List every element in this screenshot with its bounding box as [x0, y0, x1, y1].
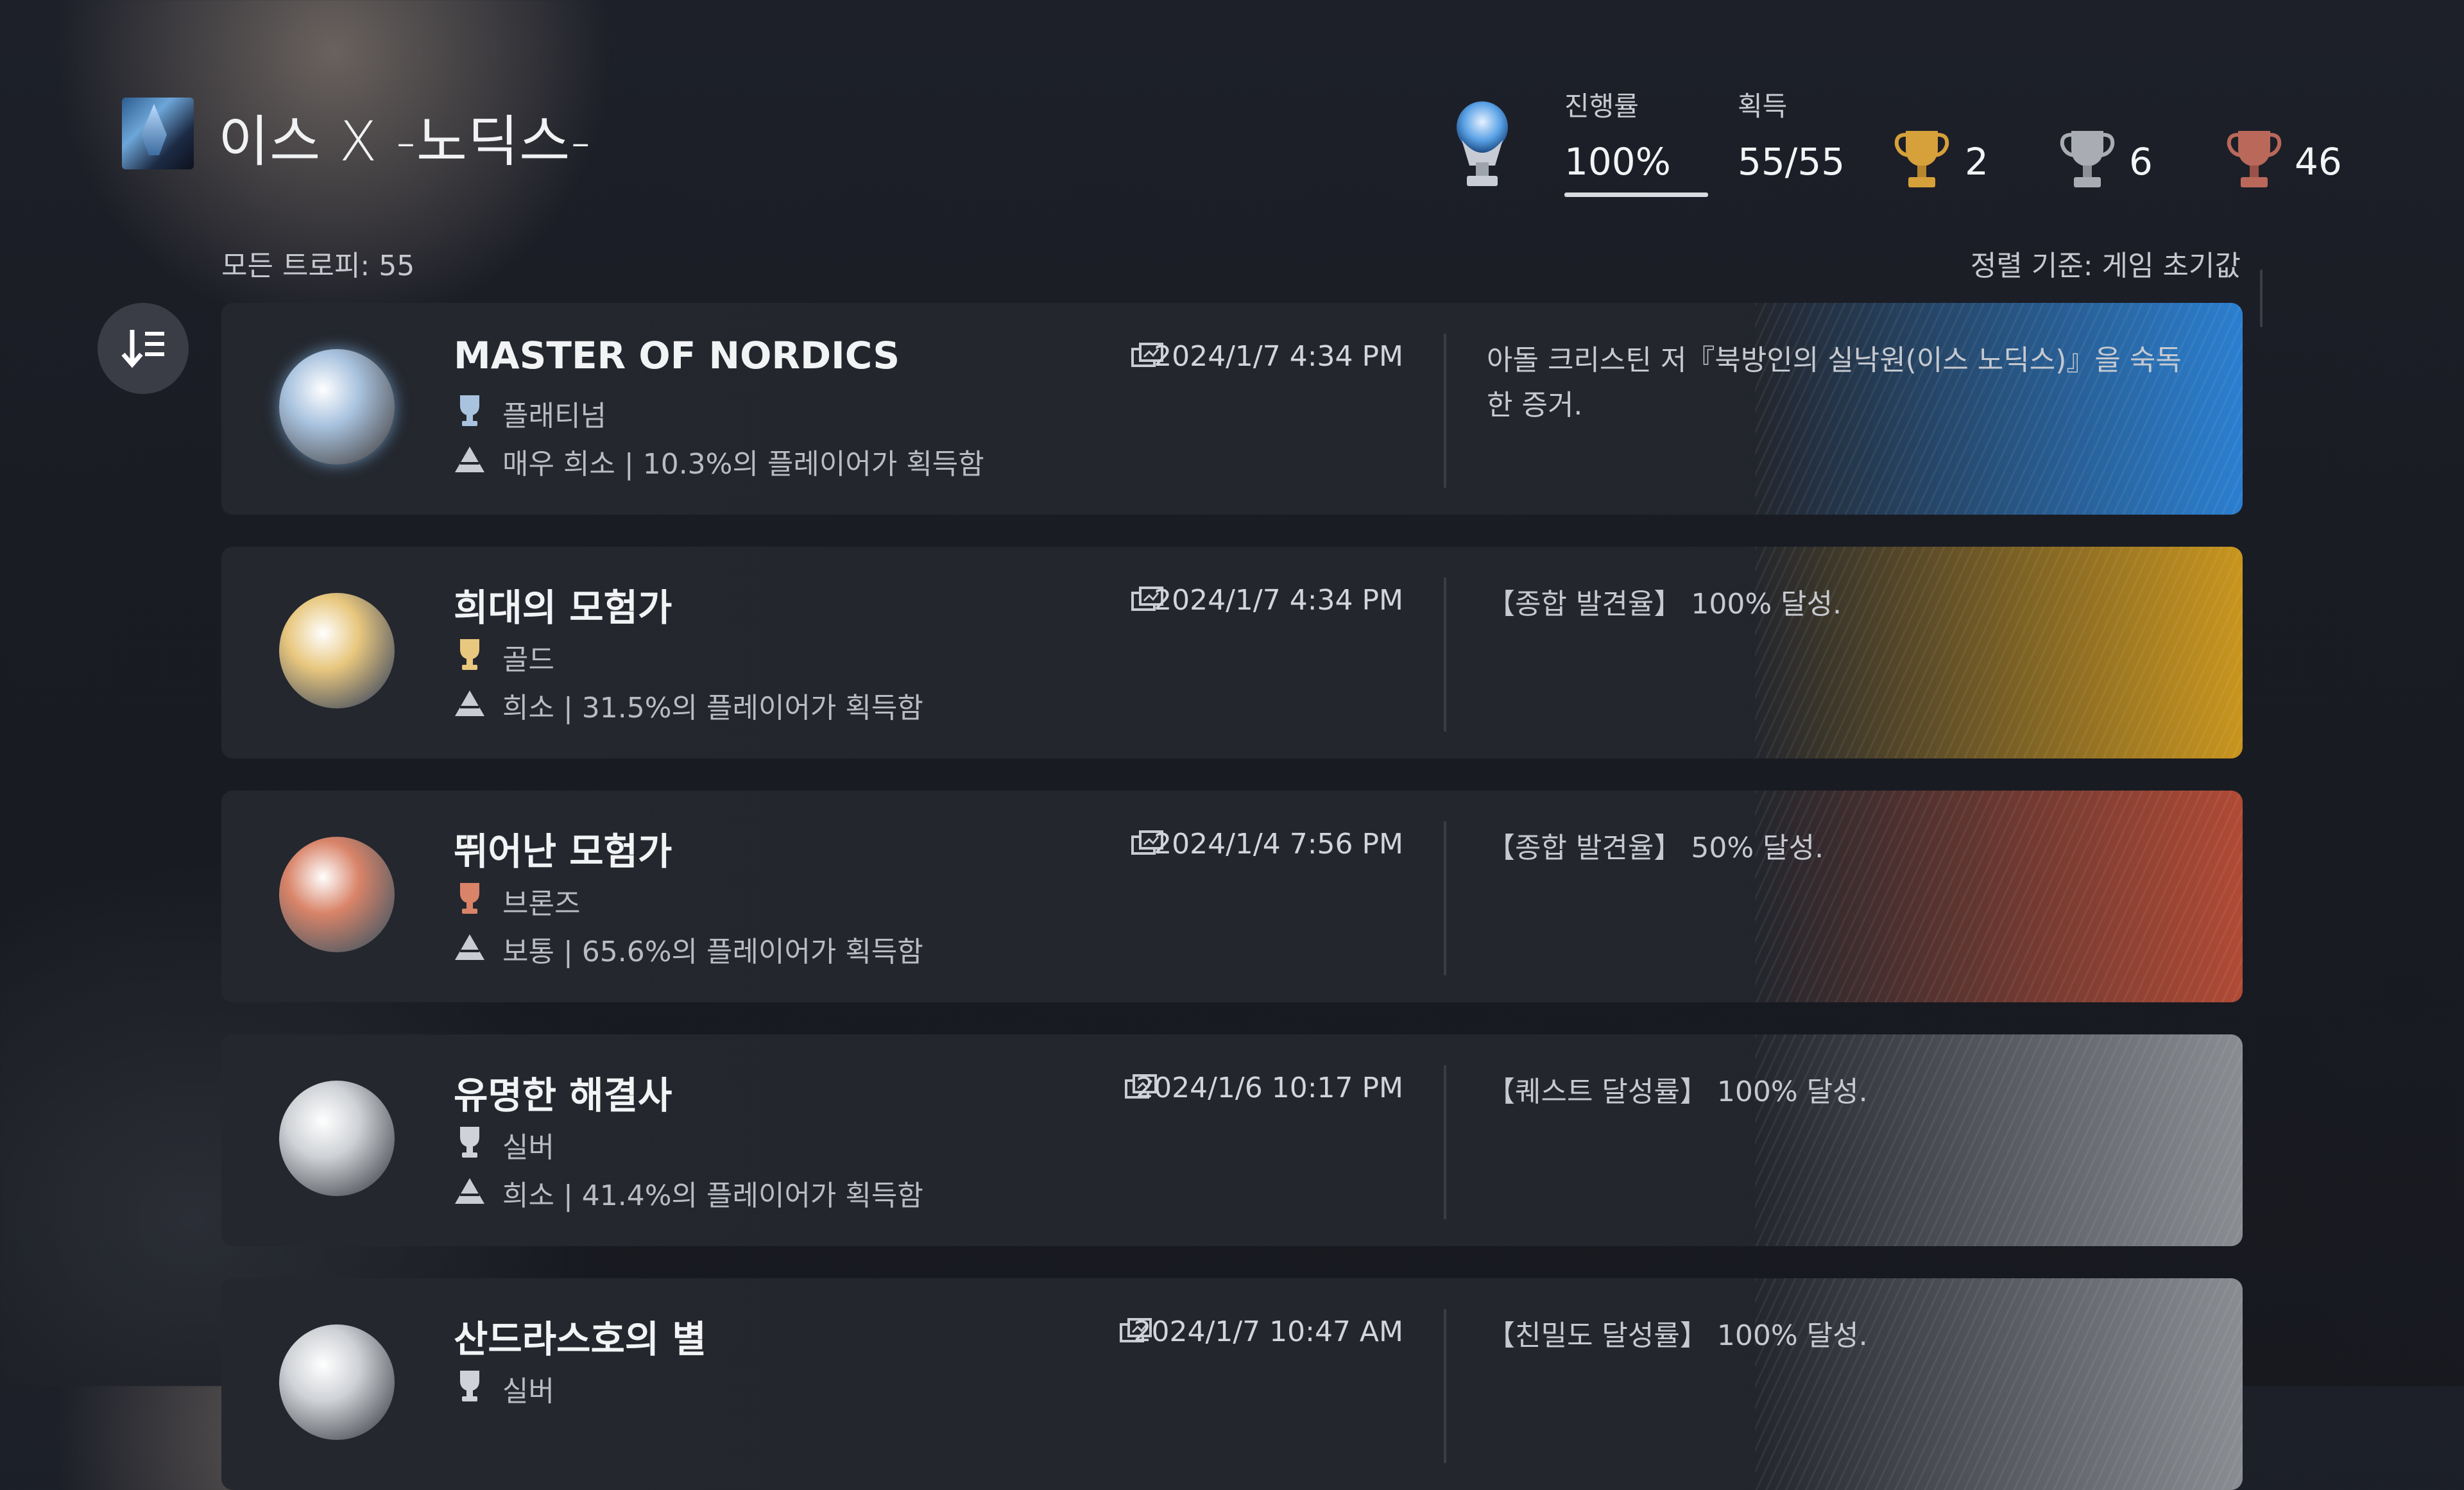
trophy-name: 유명한 해결사 [454, 1074, 672, 1117]
trophy-type: 브론즈 [502, 887, 581, 920]
trophy-earned-date: 2024/1/7 10:47 AM [1133, 1315, 1403, 1348]
scrollbar[interactable] [2260, 270, 2263, 327]
game-icon [122, 98, 194, 169]
trophy-description: 【종합 발견율】 50% 달성. [1487, 832, 1824, 864]
bronze-count: 46 [2295, 140, 2342, 184]
trophy-earned-date: 2024/1/6 10:17 PM [1136, 1072, 1403, 1104]
trophy-description: 【친밀도 달성률】 100% 달성. [1487, 1319, 1868, 1352]
bronze-trophy-icon [460, 883, 479, 914]
bronze-trophy-icon [2227, 131, 2282, 187]
sort-label[interactable]: 정렬 기준: 게임 초기값 [1971, 243, 2241, 284]
rarity-icon [455, 934, 484, 960]
rarity-icon [455, 690, 484, 716]
trophy-medal-image [279, 837, 395, 952]
trophy-card[interactable]: 산드라스호의 별 실버 2024/1/7 10:47 AM 【친밀도 달성률】 … [221, 1278, 2243, 1490]
silver-trophy-icon [460, 1127, 479, 1158]
card-divider [1444, 1065, 1446, 1219]
trophy-description: 【종합 발견율】 100% 달성. [1487, 588, 1842, 621]
gold-count: 2 [1965, 140, 1989, 184]
card-accent-wash [1755, 1278, 2243, 1490]
trophy-type: 골드 [502, 644, 554, 676]
trophy-card[interactable]: 뛰어난 모험가 브론즈 보통 | 65.6%의 플레이어가 획득함 2024/1… [221, 791, 2243, 1002]
trophy-earned-date: 2024/1/7 4:34 PM [1154, 584, 1403, 617]
card-divider [1444, 821, 1446, 975]
trophy-name: 산드라스호의 별 [454, 1317, 706, 1361]
trophy-medal-image [279, 593, 395, 708]
sort-button[interactable] [98, 303, 189, 394]
trophy-name: 뛰어난 모험가 [454, 830, 672, 873]
trophy-rarity: 희소 | 41.4%의 플레이어가 획득함 [502, 1179, 923, 1212]
trophy-description: 아돌 크리스틴 저『북방인의 실낙원(이스 노딕스)』을 숙독한 증거. [1487, 344, 2182, 422]
trophy-type: 실버 [502, 1375, 554, 1408]
trophy-medal-image [279, 1081, 395, 1196]
rarity-icon [455, 447, 484, 472]
earned-label: 획득 [1738, 90, 1788, 122]
gold-trophy-icon [1894, 131, 1949, 187]
trophy-medal-image [279, 1324, 395, 1440]
card-divider [1444, 578, 1446, 732]
trophy-name: MASTER OF NORDICS [454, 334, 900, 377]
trophy-rarity: 희소 | 31.5%의 플레이어가 획득함 [502, 692, 923, 724]
silver-count: 6 [2129, 140, 2153, 184]
silver-trophy-icon [460, 1371, 479, 1401]
trophy-card[interactable]: MASTER OF NORDICS 플래티넘 매우 희소 | 10.3%의 플레… [221, 303, 2243, 515]
trophy-type: 실버 [502, 1131, 554, 1164]
trophy-card[interactable]: 희대의 모험가 골드 희소 | 31.5%의 플레이어가 획득함 2024/1/… [221, 547, 2243, 758]
card-divider [1444, 1309, 1446, 1463]
gold-trophy-icon [460, 639, 479, 670]
platinum-trophy-icon [460, 395, 479, 426]
trophy-earned-date: 2024/1/7 4:34 PM [1154, 340, 1403, 373]
trophy-rarity: 매우 희소 | 10.3%의 플레이어가 획득함 [502, 448, 984, 481]
card-accent-wash [1755, 547, 2243, 758]
rarity-icon [455, 1178, 484, 1204]
page-title: 이스 X -노딕스- [218, 110, 592, 174]
trophy-earned-date: 2024/1/4 7:56 PM [1154, 828, 1403, 861]
trophy-medal-image [279, 349, 395, 465]
progress-label: 진행률 [1564, 90, 1639, 122]
sort-icon [121, 330, 164, 368]
silver-trophy-icon [2060, 131, 2115, 187]
card-accent-wash [1755, 1034, 2243, 1246]
card-accent-wash [1755, 791, 2243, 1002]
trophy-name: 희대의 모험가 [454, 586, 672, 629]
card-divider [1444, 334, 1446, 488]
progress-value: 100% [1564, 140, 1671, 184]
trophy-description: 【퀘스트 달성률】 100% 달성. [1487, 1075, 1868, 1108]
progress-bar [1564, 193, 1708, 197]
trophy-rarity: 보통 | 65.6%의 플레이어가 획득함 [502, 936, 923, 968]
trophy-card[interactable]: 유명한 해결사 실버 희소 | 41.4%의 플레이어가 획득함 2024/1/… [221, 1034, 2243, 1246]
trophy-type: 플래티넘 [502, 400, 606, 432]
earned-value: 55/55 [1738, 140, 1845, 184]
platinum-trophy-icon [1457, 101, 1508, 186]
trophy-count-label: 모든 트로피: 55 [221, 250, 415, 282]
